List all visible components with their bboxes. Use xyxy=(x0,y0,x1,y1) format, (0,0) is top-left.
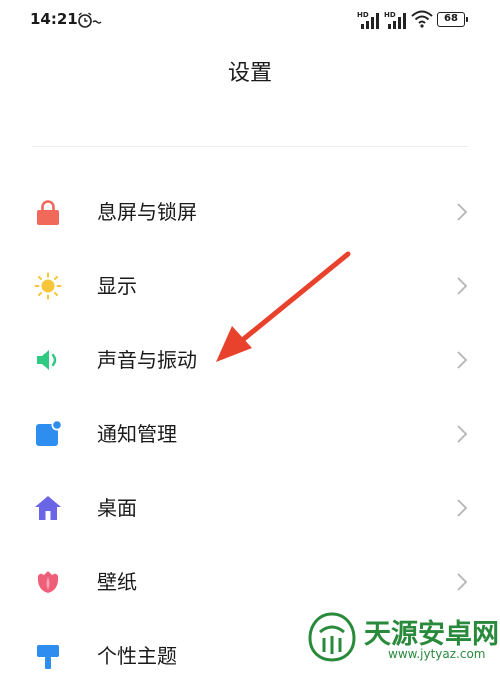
speaker-icon xyxy=(37,350,57,370)
settings-item-lock-screen[interactable]: 息屏与锁屏 xyxy=(0,182,500,242)
watermark-url: www.jytyaz.com xyxy=(388,647,486,661)
chevron-right-icon xyxy=(457,573,468,591)
signal-icon-sim2: HD xyxy=(384,11,406,29)
page-title: 设置 xyxy=(227,61,272,86)
watermark-title: 天源安卓网 xyxy=(364,619,499,650)
wifi-icon xyxy=(411,10,433,28)
settings-item-label: 个性主题 xyxy=(97,644,177,668)
sun-icon xyxy=(34,272,62,300)
battery-indicator: 68 xyxy=(437,12,468,27)
notification-icon xyxy=(36,420,62,446)
alarm-icon xyxy=(78,12,102,28)
chevron-right-icon xyxy=(457,203,468,221)
header-divider xyxy=(32,146,468,147)
chevron-right-icon xyxy=(457,499,468,517)
settings-item-label: 桌面 xyxy=(97,496,137,520)
sim2-hd-label: HD xyxy=(384,11,396,19)
watermark-logo-icon xyxy=(308,612,356,662)
tulip-icon xyxy=(37,571,59,593)
status-bar: 14:21 HD HD 68 xyxy=(0,0,500,40)
settings-item-display[interactable]: 显示 xyxy=(0,256,500,316)
signal-icon-sim1: HD xyxy=(357,11,379,29)
sim1-hd-label: HD xyxy=(357,11,369,19)
chevron-right-icon xyxy=(457,277,468,295)
settings-item-label: 声音与振动 xyxy=(97,348,197,372)
settings-item-label: 息屏与锁屏 xyxy=(97,200,197,224)
settings-item-sound-vibration[interactable]: 声音与振动 xyxy=(0,330,500,390)
settings-item-label: 壁纸 xyxy=(97,570,137,594)
settings-item-label: 显示 xyxy=(97,274,137,298)
settings-item-wallpaper[interactable]: 壁纸 xyxy=(0,552,500,612)
status-time: 14:21 xyxy=(30,10,78,28)
watermark: 天源安卓网 www.jytyaz.com xyxy=(304,608,500,666)
chevron-right-icon xyxy=(457,351,468,369)
chevron-right-icon xyxy=(457,425,468,443)
settings-item-home-screen[interactable]: 桌面 xyxy=(0,478,500,538)
lock-icon xyxy=(37,200,59,225)
settings-item-label: 通知管理 xyxy=(97,422,177,446)
home-icon xyxy=(35,496,61,520)
settings-item-notifications[interactable]: 通知管理 xyxy=(0,404,500,464)
